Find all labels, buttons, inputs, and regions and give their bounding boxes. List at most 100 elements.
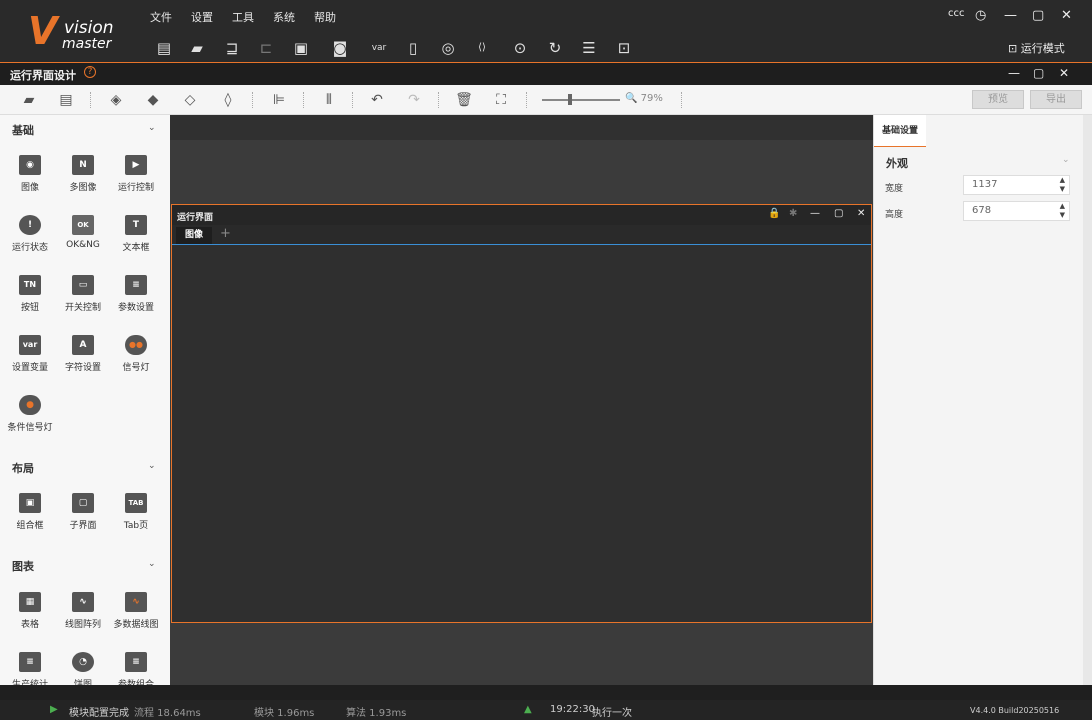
pin-icon[interactable]: ✱ — [789, 208, 797, 219]
component-set-variable[interactable]: var 设置变量 — [2, 335, 58, 373]
fit-screen-icon[interactable]: ⛶ — [492, 91, 510, 109]
export-icon[interactable]: ⊏ — [256, 39, 276, 57]
run-mode-button[interactable]: ⊡ 运行模式 — [1008, 40, 1065, 56]
chevron-down-icon[interactable]: ⌄ — [148, 559, 156, 569]
component-cond-signal[interactable]: ● 条件信号灯 — [2, 395, 58, 433]
report-icon[interactable]: ⊡ — [614, 39, 634, 57]
designer-close-icon[interactable]: ✕ — [1059, 66, 1069, 80]
open-folder-icon[interactable]: ▰ — [187, 39, 207, 57]
designer-minimize-icon[interactable]: — — [1008, 66, 1020, 80]
spinner-icon[interactable]: ▲ ▼ — [1060, 202, 1065, 220]
minimize-icon[interactable]: — — [1004, 8, 1017, 23]
run-window-frame[interactable]: 运行界面 🔒 ✱ — ▢ ✕ 图像 + — [171, 204, 872, 623]
param-combo-icon: ≡ — [125, 652, 147, 672]
minimize-icon[interactable]: — — [810, 208, 820, 219]
chevron-down-icon[interactable]: ⌄ — [148, 461, 156, 471]
toolbar-separator — [681, 92, 682, 108]
component-label: 多数据线图 — [113, 620, 159, 630]
component-image[interactable]: ◉ 图像 — [2, 155, 58, 193]
redo-icon[interactable]: ↷ — [405, 91, 423, 109]
layer-top-icon[interactable]: ◆ — [144, 91, 162, 109]
chevron-down-icon[interactable]: ⌄ — [148, 123, 156, 133]
spinner-icon[interactable]: ▲ ▼ — [1060, 176, 1065, 194]
save-design-icon[interactable]: ▤ — [57, 91, 75, 109]
zoom-slider-thumb[interactable] — [568, 94, 572, 105]
maximize-icon[interactable]: ▢ — [834, 208, 843, 219]
component-switch[interactable]: ▭ 开关控制 — [55, 275, 111, 313]
close-icon[interactable]: ✕ — [1061, 8, 1072, 23]
toolbar-separator — [352, 92, 353, 108]
component-run-control[interactable]: ▶ 运行控制 — [108, 155, 164, 193]
run-window-titlebar[interactable]: 运行界面 🔒 ✱ — ▢ ✕ — [172, 205, 871, 225]
camera-icon[interactable]: ◙ — [330, 39, 350, 57]
param-icon: ≡ — [125, 275, 147, 295]
designer-maximize-icon[interactable]: ▢ — [1033, 66, 1044, 80]
exec-status: 执行一次 — [592, 708, 632, 719]
scrollbar[interactable] — [1083, 115, 1092, 685]
height-input[interactable]: 678 ▲ ▼ — [963, 201, 1070, 221]
preview-button[interactable]: 预览 — [972, 90, 1024, 109]
component-pie[interactable]: ◔ 饼图 — [55, 652, 111, 685]
component-param-setting[interactable]: ≡ 参数设置 — [108, 275, 164, 313]
layer-bottom-icon[interactable]: ◊ — [219, 91, 237, 109]
component-button[interactable]: TN 按钮 — [2, 275, 58, 313]
export-button[interactable]: 导出 — [1030, 90, 1082, 109]
status-icon: ! — [19, 215, 41, 235]
section-layout-title[interactable]: 布局 — [12, 460, 34, 476]
component-sub-view[interactable]: ▢ 子界面 — [55, 493, 111, 531]
component-table[interactable]: ▦ 表格 — [2, 592, 58, 630]
close-icon[interactable]: ✕ — [857, 208, 865, 219]
global-icon[interactable]: ◎ — [438, 39, 458, 57]
layer-up-icon[interactable]: ◈ — [107, 91, 125, 109]
clock-icon[interactable]: ◷ — [975, 8, 986, 23]
help-icon[interactable]: ? — [84, 66, 96, 78]
run-once-icon[interactable]: ⊙ — [510, 39, 530, 57]
component-signal-light[interactable]: ●● 信号灯 — [108, 335, 164, 373]
zoom-slider[interactable] — [542, 99, 620, 101]
component-textbox[interactable]: T 文本框 — [108, 215, 164, 253]
delete-icon[interactable]: 🗑 — [455, 91, 473, 109]
component-multi-line[interactable]: ∿ 多数据线图 — [108, 592, 164, 630]
undo-icon[interactable]: ↶ — [368, 91, 386, 109]
chevron-down-icon[interactable]: ⌄ — [1062, 155, 1070, 165]
distribute-icon[interactable]: ⦀ — [320, 91, 338, 109]
component-param-combo[interactable]: ≡ 参数组合 — [108, 652, 164, 685]
component-multi-image[interactable]: N 多图像 — [55, 155, 111, 193]
tab-image[interactable]: 图像 — [176, 227, 212, 244]
component-prod-stat[interactable]: ≡ 生产统计 — [2, 652, 58, 685]
load-icon[interactable]: ⊒ — [222, 39, 242, 57]
appearance-section-title[interactable]: 外观 — [886, 155, 908, 171]
switch-icon: ▭ — [72, 275, 94, 295]
component-run-status[interactable]: ! 运行状态 — [2, 215, 58, 253]
layer-down-icon[interactable]: ◇ — [181, 91, 199, 109]
tab-basic-settings[interactable]: 基础设置 — [874, 115, 926, 147]
lock-icon[interactable]: ▣ — [291, 39, 311, 57]
list-icon[interactable]: ☰ — [579, 39, 599, 57]
add-tab-icon[interactable]: + — [220, 226, 231, 241]
menu-help[interactable]: 帮助 — [314, 9, 336, 25]
lock-icon[interactable]: 🔒 — [768, 208, 780, 219]
menu-tools[interactable]: 工具 — [232, 9, 254, 25]
user-name[interactable]: ccc — [948, 8, 965, 19]
component-tab-page[interactable]: TAB Tab页 — [108, 493, 164, 531]
save-icon[interactable]: ▤ — [154, 39, 174, 57]
component-char-setting[interactable]: A 字符设置 — [55, 335, 111, 373]
component-line-array[interactable]: ∿ 线图阵列 — [55, 592, 111, 630]
component-label: OK&NG — [66, 240, 100, 250]
component-group-box[interactable]: ▣ 组合框 — [2, 493, 58, 531]
menu-system[interactable]: 系统 — [273, 9, 295, 25]
component-label: 参数设置 — [117, 303, 154, 313]
script-icon[interactable]: ⟨⟩ — [472, 39, 492, 57]
menu-file[interactable]: 文件 — [150, 9, 172, 25]
section-basic-title[interactable]: 基础 — [12, 122, 34, 138]
menu-settings[interactable]: 设置 — [191, 9, 213, 25]
align-icon[interactable]: ⊫ — [270, 91, 288, 109]
var-icon[interactable]: var — [369, 39, 389, 57]
section-chart-title[interactable]: 图表 — [12, 558, 34, 574]
width-input[interactable]: 1137 ▲ ▼ — [963, 175, 1070, 195]
device-icon[interactable]: ▯ — [403, 39, 423, 57]
run-loop-icon[interactable]: ↻ — [545, 39, 565, 57]
open-icon[interactable]: ▰ — [20, 91, 38, 109]
maximize-icon[interactable]: ▢ — [1032, 8, 1044, 23]
component-ok-ng[interactable]: OK OK&NG — [55, 215, 111, 250]
